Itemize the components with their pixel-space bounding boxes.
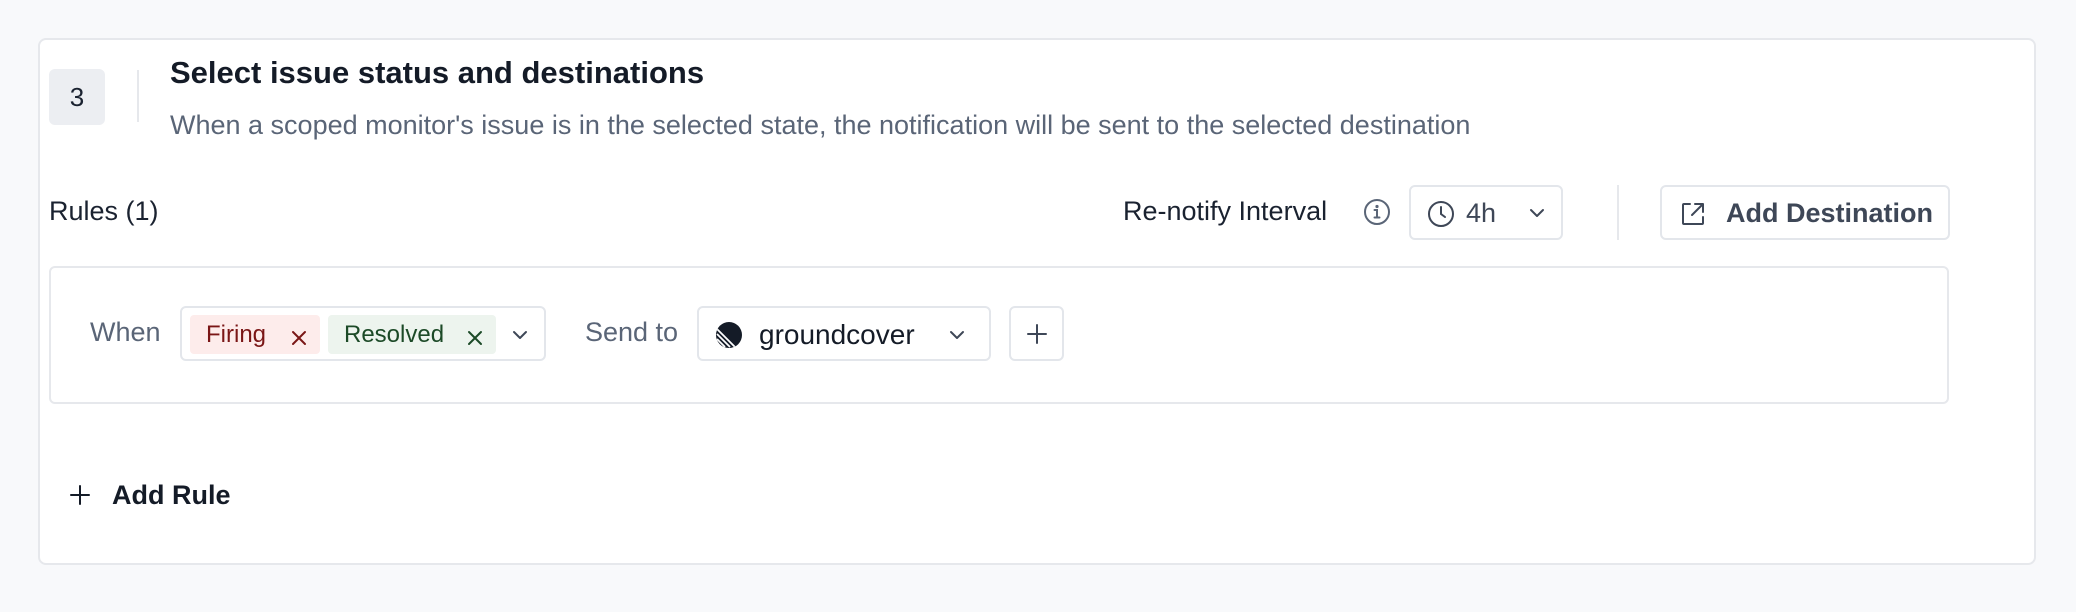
close-icon[interactable] bbox=[466, 326, 484, 345]
add-rule-button[interactable]: Add Rule bbox=[68, 475, 231, 515]
send-to-label: Send to bbox=[585, 317, 679, 347]
status-tag-label: Firing bbox=[206, 321, 267, 348]
groundcover-logo-icon bbox=[715, 321, 743, 349]
close-icon[interactable] bbox=[290, 326, 308, 345]
plus-icon bbox=[1027, 324, 1047, 344]
renotify-interval-label: Re-notify Interval bbox=[1123, 196, 1328, 226]
destination-name: groundcover bbox=[759, 319, 915, 350]
status-tag-label: Resolved bbox=[344, 321, 445, 348]
status-multiselect[interactable]: Firing Resolved bbox=[180, 306, 546, 361]
add-destination-label: Add Destination bbox=[1726, 198, 1933, 228]
step-number-badge: 3 bbox=[49, 69, 105, 125]
step-divider bbox=[137, 70, 139, 122]
rules-count-label: Rules (1) bbox=[49, 196, 159, 226]
toolbar-divider bbox=[1617, 185, 1619, 240]
add-rule-destination-button[interactable] bbox=[1009, 306, 1064, 361]
destination-select[interactable]: groundcover bbox=[697, 306, 991, 361]
interval-value: 4h bbox=[1466, 198, 1497, 228]
clock-icon bbox=[1427, 200, 1455, 228]
chevron-down-icon bbox=[947, 325, 967, 345]
chevron-down-icon bbox=[1527, 203, 1547, 223]
info-icon[interactable] bbox=[1363, 198, 1391, 226]
status-tag-resolved: Resolved bbox=[328, 315, 496, 354]
add-destination-button[interactable]: Add Destination bbox=[1660, 185, 1950, 240]
plus-icon bbox=[70, 485, 90, 505]
add-rule-label: Add Rule bbox=[112, 479, 231, 510]
chevron-down-icon[interactable] bbox=[510, 325, 530, 345]
step-description: When a scoped monitor's issue is in the … bbox=[170, 110, 1471, 140]
when-label: When bbox=[90, 317, 161, 347]
step-title: Select issue status and destinations bbox=[170, 55, 705, 90]
status-tag-firing: Firing bbox=[190, 315, 320, 354]
renotify-interval-select[interactable]: 4h bbox=[1409, 185, 1563, 240]
external-link-icon bbox=[1678, 199, 1708, 229]
